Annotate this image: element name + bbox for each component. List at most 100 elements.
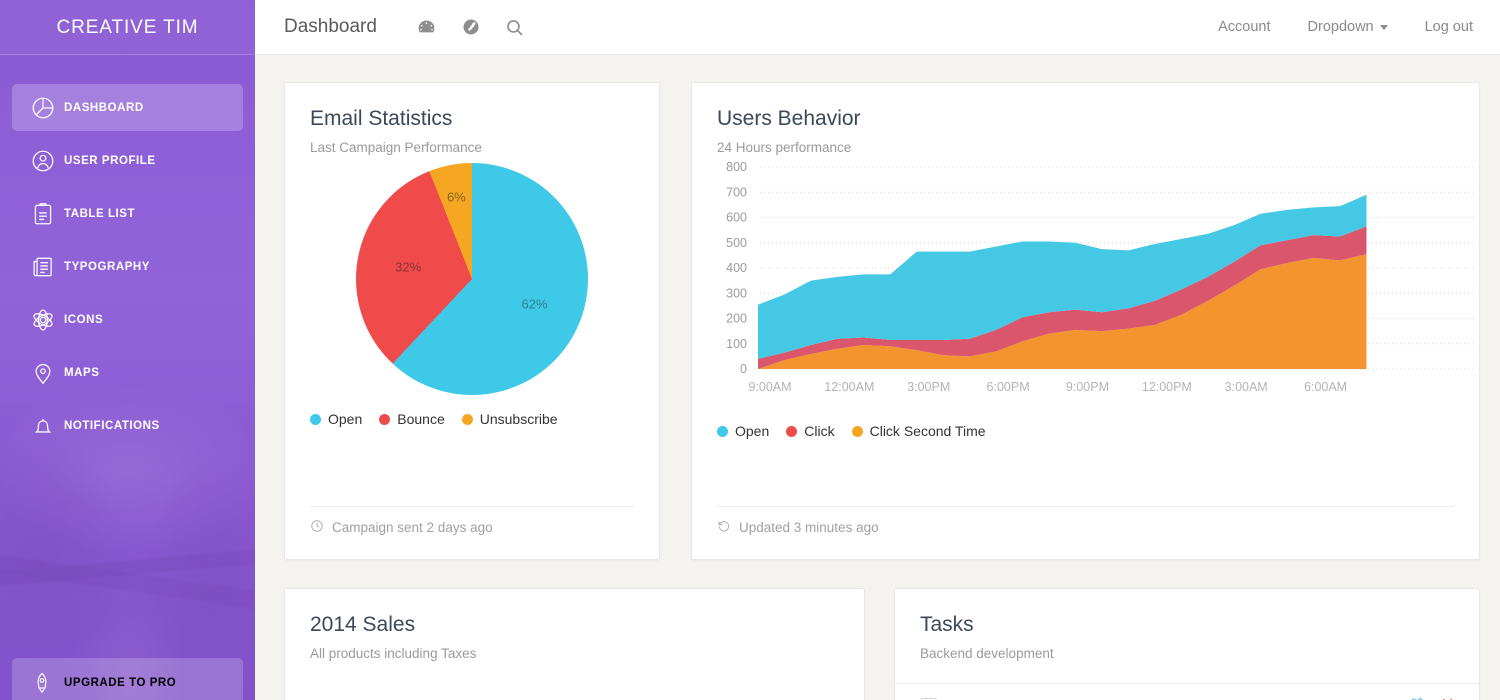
user-circle-icon <box>30 146 64 176</box>
sidebar-item-label: ICONS <box>64 313 104 326</box>
pie-label-unsubscribe: 6% <box>446 189 466 205</box>
legend-swatch-click-second-time <box>851 425 863 437</box>
area-chart: 0 100 200 300 400 500 600 700 800 9:00AM 12:00AM 3:… <box>692 155 1479 405</box>
sidebar-item-table-list[interactable]: TABLE LIST <box>12 190 243 237</box>
svg-text:9:00AM: 9:00AM <box>748 380 791 394</box>
sidebar-item-maps[interactable]: MAPS <box>12 349 243 396</box>
card-2014-sales: 2014 Sales All products including Taxes <box>284 588 865 700</box>
task-actions <box>1410 696 1454 700</box>
card-header: 2014 Sales All products including Taxes <box>285 589 864 661</box>
edit-icon[interactable] <box>1410 696 1425 700</box>
sidebar-item-label: NOTIFICATIONS <box>64 419 160 432</box>
card-title: 2014 Sales <box>310 613 416 636</box>
pie-chart-icon <box>30 93 64 123</box>
svg-text:300: 300 <box>726 286 747 300</box>
legend-swatch-unsubscribe <box>461 413 473 425</box>
svg-text:700: 700 <box>726 185 747 199</box>
sidebar-item-icons[interactable]: ICONS <box>12 296 243 343</box>
sidebar: CREATIVE TIM DASHBOARD USER PROFILE TABL… <box>0 0 255 700</box>
legend-item[interactable]: Click <box>786 423 835 440</box>
card-title: Users Behavior <box>717 107 861 130</box>
card-footer-text: Updated 3 minutes ago <box>739 520 879 535</box>
legend-swatch-open <box>717 425 728 437</box>
legend-item[interactable]: Unsubscribe <box>461 411 558 428</box>
legend-label: Open <box>735 423 770 440</box>
legend-swatch-open <box>310 413 321 425</box>
svg-text:500: 500 <box>726 236 747 250</box>
area-chart-svg: 0 100 200 300 400 500 600 700 800 9:00AM 12:00AM 3:… <box>726 160 1473 394</box>
svg-text:9:00PM: 9:00PM <box>1066 380 1109 394</box>
top-navigation-bar: Dashboard Account Dropdown Log out <box>255 0 1500 55</box>
card-email-statistics: Email Statistics Last Campaign Performan… <box>284 82 660 560</box>
pie-legend: Open Bounce Unsubscribe <box>285 411 659 427</box>
dropdown-menu[interactable]: Dropdown <box>1308 19 1388 35</box>
upgrade-to-pro-button[interactable]: UPGRADE TO PRO <box>12 658 243 700</box>
card-title: Tasks <box>920 613 974 636</box>
account-link[interactable]: Account <box>1218 19 1270 35</box>
card-subtitle: 24 Hours performance <box>717 140 852 156</box>
card-tasks: Tasks Backend development Sign contract … <box>894 588 1480 700</box>
svg-text:600: 600 <box>726 211 747 225</box>
svg-text:3:00PM: 3:00PM <box>907 380 950 394</box>
globe-icon[interactable] <box>449 5 493 49</box>
legend-label: Open <box>328 411 363 428</box>
sidebar-item-typography[interactable]: TYPOGRAPHY <box>12 243 243 290</box>
card-users-behavior: Users Behavior 24 Hours performance 0 100… <box>691 82 1480 560</box>
account-link-label: Account <box>1218 19 1271 35</box>
logout-link[interactable]: Log out <box>1425 19 1473 35</box>
dropdown-label: Dropdown <box>1307 19 1374 35</box>
legend-label: Unsubscribe <box>479 411 558 428</box>
refresh-icon <box>717 519 731 536</box>
sidebar-item-user-profile[interactable]: USER PROFILE <box>12 137 243 184</box>
page-title: Dashboard <box>284 16 377 37</box>
card-footer-text: Campaign sent 2 days ago <box>332 520 493 535</box>
legend-item[interactable]: Bounce <box>379 411 445 428</box>
map-pin-icon <box>30 358 64 388</box>
rocket-icon <box>30 668 64 698</box>
card-header: Tasks Backend development <box>895 589 1479 683</box>
atom-icon <box>30 305 64 335</box>
newspaper-icon <box>30 252 64 282</box>
legend-label: Bounce <box>397 411 445 428</box>
svg-text:100: 100 <box>726 337 747 351</box>
sidebar-item-label: DASHBOARD <box>64 101 144 114</box>
legend-item[interactable]: Open <box>717 423 769 439</box>
legend-swatch-bounce <box>379 413 391 425</box>
card-footer: Campaign sent 2 days ago <box>310 506 634 536</box>
svg-text:6:00PM: 6:00PM <box>987 380 1030 394</box>
card-subtitle: All products including Taxes <box>310 646 477 662</box>
search-icon[interactable] <box>493 5 537 49</box>
sidebar-item-label: MAPS <box>64 366 100 379</box>
card-header: Users Behavior 24 Hours performance <box>692 83 1479 155</box>
legend-label: Click <box>804 423 835 440</box>
logout-link-label: Log out <box>1424 19 1473 35</box>
legend-item[interactable]: Open <box>310 411 362 427</box>
sidebar-item-notifications[interactable]: NOTIFICATIONS <box>12 402 243 449</box>
legend-label: Click Second Time <box>869 423 986 440</box>
svg-text:200: 200 <box>726 312 747 326</box>
pie-label-open: 62% <box>521 296 548 312</box>
legend-item[interactable]: Click Second Time <box>851 423 986 440</box>
card-title: Email Statistics <box>310 107 453 130</box>
area-legend: Open Click Click Second Time <box>692 423 1479 439</box>
svg-text:12:00AM: 12:00AM <box>824 380 874 394</box>
clipboard-icon <box>30 199 64 229</box>
svg-text:400: 400 <box>726 261 747 275</box>
sidebar-nav: DASHBOARD USER PROFILE TABLE LIST TYPOGR… <box>0 55 255 449</box>
bell-icon <box>30 411 64 441</box>
brand-logo[interactable]: CREATIVE TIM <box>0 0 255 55</box>
dashboard-gauge-icon[interactable] <box>405 5 449 49</box>
sidebar-item-dashboard[interactable]: DASHBOARD <box>12 84 243 131</box>
pie-label-bounce: 32% <box>395 259 422 275</box>
card-header: Email Statistics Last Campaign Performan… <box>285 83 659 155</box>
clock-icon <box>310 519 324 536</box>
svg-text:0: 0 <box>740 362 747 376</box>
svg-text:3:00AM: 3:00AM <box>1225 380 1268 394</box>
card-subtitle: Backend development <box>920 646 1054 662</box>
dashboard-page: CREATIVE TIM DASHBOARD USER PROFILE TABL… <box>0 0 1500 700</box>
card-subtitle: Last Campaign Performance <box>310 140 482 156</box>
svg-text:12:00PM: 12:00PM <box>1142 380 1192 394</box>
main-content: Email Statistics Last Campaign Performan… <box>255 55 1500 700</box>
sidebar-item-label: TABLE LIST <box>64 207 136 220</box>
legend-swatch-click <box>786 425 798 437</box>
